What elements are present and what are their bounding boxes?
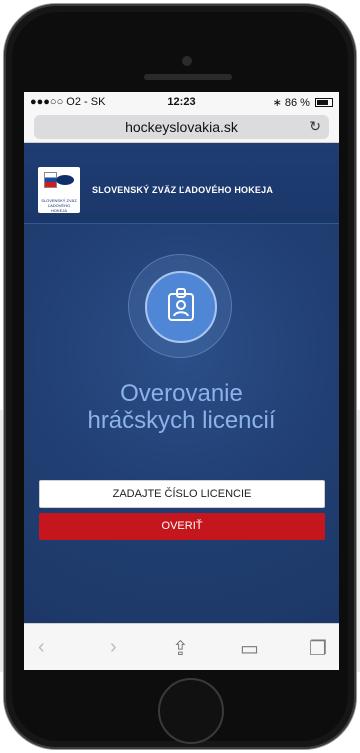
logo-lettering: SLOVENSKÝ ZVÄZ ĽADOVÉHO HOKEJA [41,198,77,213]
page-title-line2: hráčskych licencií [87,407,276,434]
battery-icon [315,98,333,107]
home-button[interactable] [158,678,224,744]
bluetooth-icon: ∗ [272,97,282,109]
site-title: SLOVENSKÝ ZVÄZ ĽADOVÉHO HOKEJA [92,185,274,195]
url-text: hockeyslovakia.sk [125,119,238,135]
tabs-icon[interactable]: ❐ [309,636,327,661]
federation-logo[interactable]: SLOVENSKÝ ZVÄZ ĽADOVÉHO HOKEJA [38,167,80,213]
share-icon[interactable]: ⇪ [172,636,189,661]
forward-icon[interactable]: › [110,636,117,659]
license-badge-icon [145,271,217,343]
camera-icon [182,56,192,66]
battery-percent: 86 % [284,97,310,109]
back-icon[interactable]: ‹ [38,636,45,659]
phone-screen: ●●●○○ O2 - SK 12:23 ∗ 86 % hockeyslovaki… [24,92,339,670]
browser-toolbar: ‹ › ⇪ ▭ ❐ [24,623,339,670]
bookmarks-icon[interactable]: ▭ [240,636,259,661]
browser-bar: hockeyslovakia.sk ↻ [24,112,339,143]
battery-status: ∗ 86 % [273,96,333,109]
site-header: SLOVENSKÝ ZVÄZ ĽADOVÉHO HOKEJA SLOVENSKÝ… [24,143,339,224]
reload-icon[interactable]: ↻ [309,118,321,135]
status-bar: ●●●○○ O2 - SK 12:23 ∗ 86 % [24,92,339,112]
hockey-puck-icon [56,175,74,185]
verify-button[interactable]: OVERIŤ [39,513,325,540]
page-title-line1: Overovanie [120,380,243,407]
id-card-icon [168,288,194,321]
address-bar[interactable]: hockeyslovakia.sk ↻ [34,115,329,139]
speaker-icon [144,74,232,80]
hero-section: Overovanie hráčskych licencií ZADAJTE ČÍ… [24,224,339,644]
license-number-input[interactable]: ZADAJTE ČÍSLO LICENCIE [39,480,325,508]
